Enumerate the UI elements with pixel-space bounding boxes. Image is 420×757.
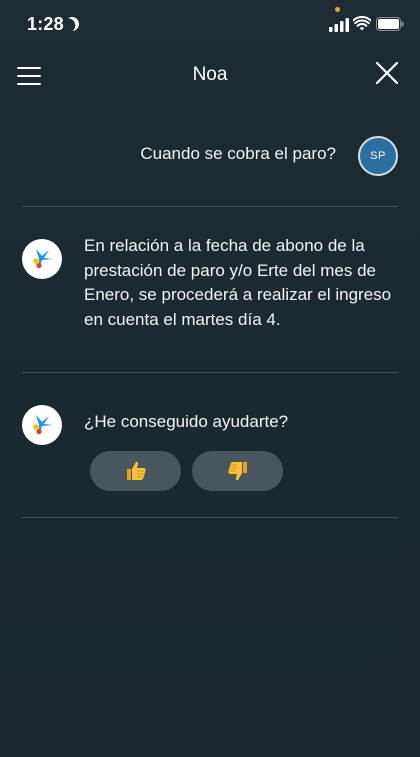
thumbs-down-icon	[227, 462, 247, 481]
bot-answer-message: En relación a la fecha de abono de la pr…	[84, 236, 392, 329]
battery-icon	[376, 17, 404, 31]
thumbs-down-button[interactable]	[192, 451, 283, 491]
user-message: Cuando se cobra el paro?	[140, 144, 336, 163]
bot-logo-icon	[22, 239, 62, 279]
thumbs-up-icon	[126, 461, 146, 480]
user-avatar: SP	[358, 136, 398, 176]
moon-icon	[63, 15, 81, 33]
message-divider	[22, 206, 398, 207]
close-icon[interactable]	[376, 62, 398, 84]
star-logo-icon	[33, 415, 53, 435]
message-divider	[22, 517, 398, 518]
bot-logo-icon	[22, 405, 62, 445]
privacy-indicator-dot	[335, 7, 340, 12]
chat-header: Noa	[0, 55, 420, 95]
wifi-icon	[353, 16, 371, 31]
cellular-signal-icon	[329, 18, 349, 32]
status-time: 1:28	[27, 14, 64, 34]
bot-question-message: ¿He conseguido ayudarte?	[84, 412, 289, 431]
page-title: Noa	[192, 64, 228, 85]
chat-screen: 1:28 Noa Cuando se cobra el paro? SP En …	[0, 0, 420, 757]
thumbs-up-button[interactable]	[90, 451, 181, 491]
star-logo-icon	[33, 249, 53, 269]
message-divider	[22, 372, 398, 373]
status-bar: 1:28	[0, 0, 420, 50]
